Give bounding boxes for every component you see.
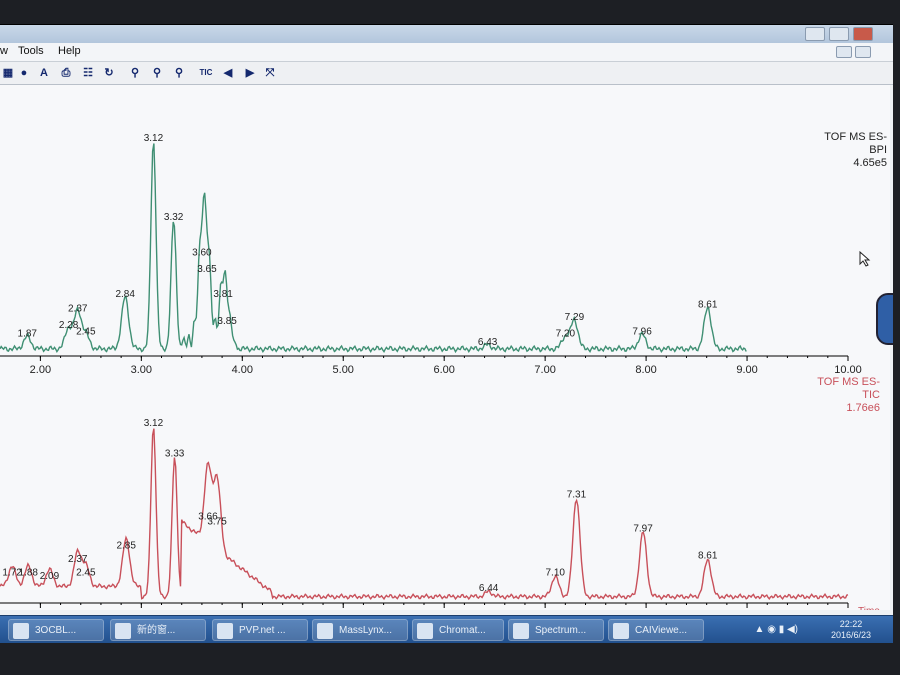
- app-icon: [513, 623, 529, 639]
- legend-text: TOF MS ES-: [824, 131, 887, 143]
- peak-label: 1.87: [18, 329, 38, 340]
- x-tick-label: 9.00: [736, 364, 757, 376]
- toolbar: ▦ ● A ⎙ ☷ ↻ ⚲ ⚲ ⚲ TIC ◀ ▶ ⤧: [0, 62, 893, 85]
- peak-label: 3.32: [164, 212, 184, 223]
- title-bar: [0, 25, 893, 43]
- peak-label: 3.65: [197, 264, 217, 275]
- clock-time: 22:22: [839, 619, 863, 629]
- x-axis-label: Time: [858, 606, 880, 610]
- fit-icon[interactable]: ⤧: [262, 65, 278, 81]
- taskbar-item[interactable]: Spectrum...: [508, 619, 604, 641]
- side-tab-button[interactable]: [876, 293, 893, 345]
- peak-label: 2.84: [115, 289, 135, 300]
- grid-icon[interactable]: ▦: [0, 65, 16, 81]
- x-tick-label: 3.00: [131, 364, 152, 376]
- app-icon: [417, 623, 433, 639]
- peak-label: 3.12: [144, 133, 164, 144]
- zoom-out-icon[interactable]: ⚲: [149, 65, 165, 81]
- menu-item-view[interactable]: w: [0, 45, 8, 57]
- doc-restore-button[interactable]: [836, 46, 852, 58]
- menu-bar: w Tools Help: [0, 43, 893, 62]
- peak-label: 2.85: [116, 540, 136, 551]
- peak-label: 3.81: [213, 289, 233, 300]
- x-tick-label: 10.00: [834, 364, 862, 376]
- taskbar-item[interactable]: 3OCBL...: [8, 619, 104, 641]
- peak-label: 2.09: [40, 571, 60, 582]
- app-icon: [13, 623, 29, 639]
- legend-text: BPI: [869, 144, 887, 156]
- taskbar-item[interactable]: Chromat...: [412, 619, 504, 641]
- chromatogram-area[interactable]: 2.00 3.00 4.00 5.00 6.00 7.00 8.00 9.00 10.00 1.8…: [0, 85, 890, 623]
- x-tick-label: 2.00: [30, 364, 51, 376]
- legend-text: TOF MS ES-: [817, 376, 880, 388]
- legend-text: TIC: [862, 389, 880, 401]
- clock-date: 2016/6/23: [830, 630, 871, 640]
- x-tick-label: 5.00: [333, 364, 354, 376]
- zoom-in-icon[interactable]: ⚲: [127, 65, 143, 81]
- maximize-button[interactable]: [829, 27, 849, 41]
- peak-label: 7.10: [546, 568, 566, 579]
- text-icon[interactable]: A: [36, 65, 52, 81]
- peak-label: 3.60: [192, 247, 212, 258]
- peak-label: 2.37: [68, 304, 88, 315]
- menu-item-tools[interactable]: Tools: [18, 45, 44, 57]
- zoom-reset-icon[interactable]: ⚲: [171, 65, 187, 81]
- minimize-button[interactable]: [805, 27, 825, 41]
- legend-text: 1.76e6: [846, 402, 880, 414]
- peak-label: 6.44: [479, 583, 499, 594]
- x-tick-label: 8.00: [635, 364, 656, 376]
- trace-line: [0, 143, 747, 354]
- peak-label: 3.75: [207, 517, 227, 528]
- peak-label: 7.29: [565, 312, 585, 323]
- taskbar-clock[interactable]: 22:22 2016/6/23: [831, 619, 871, 641]
- taskbar-item[interactable]: CAIViewe...: [608, 619, 704, 641]
- peak-label: 7.20: [556, 329, 576, 340]
- peak-label: 8.61: [698, 299, 718, 310]
- close-button[interactable]: [853, 27, 873, 41]
- list-icon[interactable]: ☷: [80, 65, 96, 81]
- peak-label: 8.61: [698, 551, 718, 562]
- app-icon: [217, 623, 233, 639]
- globe-icon[interactable]: ●: [16, 65, 32, 81]
- peak-label: 7.96: [632, 326, 652, 337]
- taskbar-item[interactable]: MassLynx...: [312, 619, 408, 641]
- doc-close-button[interactable]: [855, 46, 871, 58]
- x-tick-label: 7.00: [534, 364, 555, 376]
- app-icon: [613, 623, 629, 639]
- peak-label: 7.31: [567, 489, 587, 500]
- x-tick-label: 6.00: [433, 364, 454, 376]
- peak-label: 6.43: [478, 337, 498, 348]
- peak-label: 3.12: [144, 418, 164, 429]
- system-tray[interactable]: ▲ ◉ ▮ ◀): [755, 624, 798, 635]
- peak-label: 2.45: [76, 326, 96, 337]
- arrow-left-icon[interactable]: ◀: [220, 65, 236, 81]
- taskbar-item[interactable]: PVP.net ...: [212, 619, 308, 641]
- peak-label: 3.85: [217, 316, 237, 327]
- chromatogram-chart: 2.00 3.00 4.00 5.00 6.00 7.00 8.00 9.00 10.00 1.8…: [0, 131, 887, 623]
- taskbar-item[interactable]: 新的窗...: [110, 619, 206, 641]
- peak-label: 3.33: [165, 449, 185, 460]
- refresh-icon[interactable]: ↻: [101, 65, 117, 81]
- app-icon: [115, 623, 131, 639]
- x-tick-label: 4.00: [232, 364, 253, 376]
- print-icon[interactable]: ⎙: [58, 65, 74, 81]
- menu-item-help[interactable]: Help: [58, 45, 81, 57]
- peak-label: 2.37: [68, 554, 88, 565]
- app-icon: [317, 623, 333, 639]
- peak-label: 7.97: [633, 523, 653, 534]
- masslynx-window: w Tools Help ▦ ● A ⎙ ☷ ↻ ⚲ ⚲ ⚲ TIC ◀ ▶ ⤧…: [0, 24, 893, 643]
- trace-line: [0, 428, 849, 601]
- arrow-right-icon[interactable]: ▶: [242, 65, 258, 81]
- peak-label: 1.88: [19, 568, 39, 579]
- legend-text: 4.65e5: [853, 157, 887, 169]
- peak-label: 2.45: [76, 568, 96, 579]
- tic-button[interactable]: TIC: [196, 65, 216, 81]
- taskbar: 3OCBL... 新的窗... PVP.net ... MassLynx... …: [0, 615, 893, 643]
- mouse-cursor-icon: [859, 250, 871, 267]
